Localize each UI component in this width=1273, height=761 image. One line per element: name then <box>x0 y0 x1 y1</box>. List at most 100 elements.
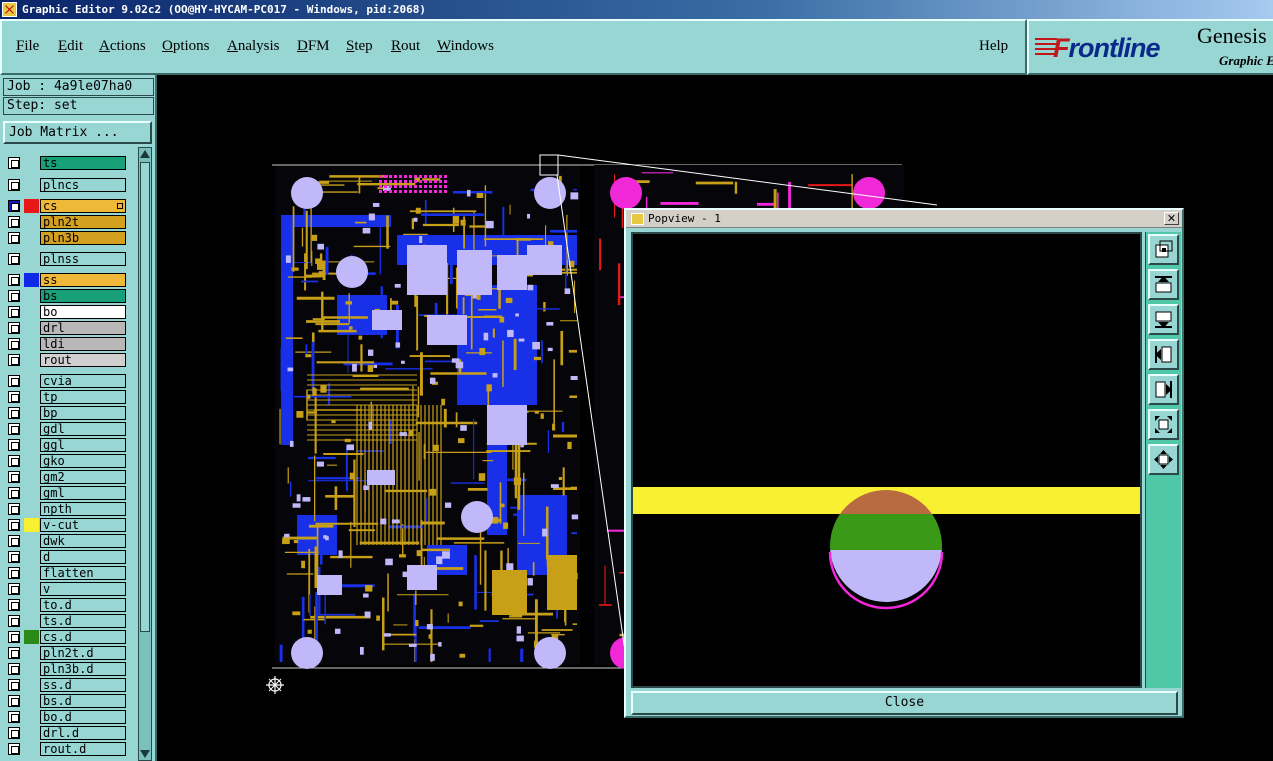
layer-color-swatch[interactable] <box>24 726 39 740</box>
layer-color-swatch[interactable] <box>24 252 39 266</box>
layer-checkbox[interactable] <box>8 306 20 318</box>
layer-name[interactable]: dwk <box>40 534 126 548</box>
layer-checkbox[interactable] <box>8 407 20 419</box>
layer-row[interactable]: rout.d <box>5 741 127 757</box>
zoom-in-icon[interactable] <box>1148 409 1179 440</box>
layer-color-swatch[interactable] <box>24 273 39 287</box>
layer-name[interactable]: gdl <box>40 422 126 436</box>
layer-checkbox[interactable] <box>8 567 20 579</box>
layer-row[interactable]: pln3b.d <box>5 661 127 677</box>
close-button[interactable]: Close <box>631 691 1178 715</box>
layer-checkbox[interactable] <box>8 253 20 265</box>
layer-color-swatch[interactable] <box>24 231 39 245</box>
layer-color-swatch[interactable] <box>24 337 39 351</box>
layer-checkbox[interactable] <box>8 743 20 755</box>
menu-help[interactable]: Help <box>979 38 1008 55</box>
layer-checkbox[interactable] <box>8 711 20 723</box>
layer-row[interactable]: v-cut <box>5 517 127 533</box>
layer-row[interactable]: bo.d <box>5 709 127 725</box>
layer-name[interactable]: bo.d <box>40 710 126 724</box>
layer-checkbox[interactable] <box>8 439 20 451</box>
layer-color-swatch[interactable] <box>24 598 39 612</box>
layer-name[interactable]: flatten <box>40 566 126 580</box>
layer-row[interactable]: cs.d <box>5 629 127 645</box>
layer-name[interactable]: ldi <box>40 337 126 351</box>
layer-row[interactable]: v <box>5 581 127 597</box>
layer-name[interactable]: gko <box>40 454 126 468</box>
layer-color-swatch[interactable] <box>24 454 39 468</box>
layer-row[interactable]: rout <box>5 352 127 368</box>
layer-checkbox[interactable] <box>8 679 20 691</box>
scroll-up-icon[interactable] <box>140 150 150 158</box>
menu-edit[interactable]: Edit <box>58 38 83 55</box>
layer-name[interactable]: tp <box>40 390 126 404</box>
layer-name[interactable]: pln2t.d <box>40 646 126 660</box>
layer-checkbox[interactable] <box>8 391 20 403</box>
scroll-thumb[interactable] <box>140 162 150 632</box>
layer-name[interactable]: ss <box>40 273 126 287</box>
layer-color-swatch[interactable] <box>24 305 39 319</box>
job-matrix-button[interactable]: Job Matrix ... <box>3 121 152 144</box>
zoom-out-icon[interactable] <box>1148 444 1179 475</box>
layer-row[interactable]: gml <box>5 485 127 501</box>
menu-file[interactable]: File <box>16 38 39 55</box>
layer-checkbox[interactable] <box>8 647 20 659</box>
layer-checkbox[interactable] <box>8 338 20 350</box>
layer-name[interactable]: rout <box>40 353 126 367</box>
layer-row[interactable]: drl <box>5 320 127 336</box>
layer-row[interactable]: gko <box>5 453 127 469</box>
layer-color-swatch[interactable] <box>24 289 39 303</box>
pan-down-icon[interactable] <box>1148 304 1179 335</box>
close-icon[interactable]: ✕ <box>1164 212 1179 225</box>
layer-name[interactable]: drl <box>40 321 126 335</box>
layer-color-swatch[interactable] <box>24 710 39 724</box>
layer-name[interactable]: drl.d <box>40 726 126 740</box>
layer-checkbox[interactable] <box>8 179 20 191</box>
layer-checkbox[interactable] <box>8 519 20 531</box>
layer-name[interactable]: pln2t <box>40 215 126 229</box>
layer-color-swatch[interactable] <box>24 534 39 548</box>
layer-row[interactable]: cvia <box>5 373 127 389</box>
layer-row[interactable]: bo <box>5 304 127 320</box>
layer-color-swatch[interactable] <box>24 438 39 452</box>
layer-checkbox[interactable] <box>8 535 20 547</box>
layer-color-swatch[interactable] <box>24 406 39 420</box>
layer-row[interactable]: gdl <box>5 421 127 437</box>
layer-color-swatch[interactable] <box>24 374 39 388</box>
layer-row[interactable]: ts.d <box>5 613 127 629</box>
layer-row[interactable]: drl.d <box>5 725 127 741</box>
layer-name[interactable]: gml <box>40 486 126 500</box>
layer-row[interactable]: pln3b <box>5 230 127 246</box>
layer-row[interactable]: flatten <box>5 565 127 581</box>
layer-row[interactable]: cs <box>5 198 127 214</box>
layer-checkbox[interactable] <box>8 503 20 515</box>
layer-name[interactable]: d <box>40 550 126 564</box>
layer-color-swatch[interactable] <box>24 199 39 213</box>
layer-color-swatch[interactable] <box>24 390 39 404</box>
layer-checkbox[interactable] <box>8 615 20 627</box>
menu-step[interactable]: Step <box>346 38 373 55</box>
layer-checkbox[interactable] <box>8 375 20 387</box>
layer-row[interactable]: to.d <box>5 597 127 613</box>
layer-list-scrollbar[interactable] <box>138 147 152 761</box>
layer-name[interactable]: ts <box>40 156 126 170</box>
zoom-fit-icon[interactable] <box>1148 234 1179 265</box>
layer-row[interactable]: ss.d <box>5 677 127 693</box>
layer-row[interactable]: pln2t.d <box>5 645 127 661</box>
layer-row[interactable]: ts <box>5 155 127 171</box>
layer-row[interactable]: ldi <box>5 336 127 352</box>
layer-name[interactable]: bo <box>40 305 126 319</box>
layer-row[interactable]: bs <box>5 288 127 304</box>
layer-checkbox[interactable] <box>8 423 20 435</box>
layer-row[interactable]: d <box>5 549 127 565</box>
layer-color-swatch[interactable] <box>24 614 39 628</box>
layer-checkbox[interactable] <box>8 274 20 286</box>
layer-checkbox[interactable] <box>8 471 20 483</box>
pan-left-icon[interactable] <box>1148 339 1179 370</box>
layer-checkbox[interactable] <box>8 663 20 675</box>
layer-name[interactable]: v-cut <box>40 518 126 532</box>
layer-color-swatch[interactable] <box>24 742 39 756</box>
menu-windows[interactable]: Windows <box>437 38 494 55</box>
layer-color-swatch[interactable] <box>24 662 39 676</box>
layer-name[interactable]: v <box>40 582 126 596</box>
